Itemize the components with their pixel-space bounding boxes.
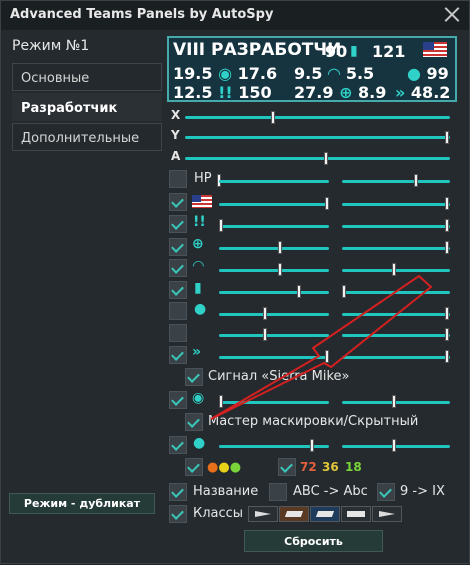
annotation-arrow [210, 274, 433, 420]
window: Advanced Teams Panels by AutoSpy Режим №… [0, 0, 470, 564]
